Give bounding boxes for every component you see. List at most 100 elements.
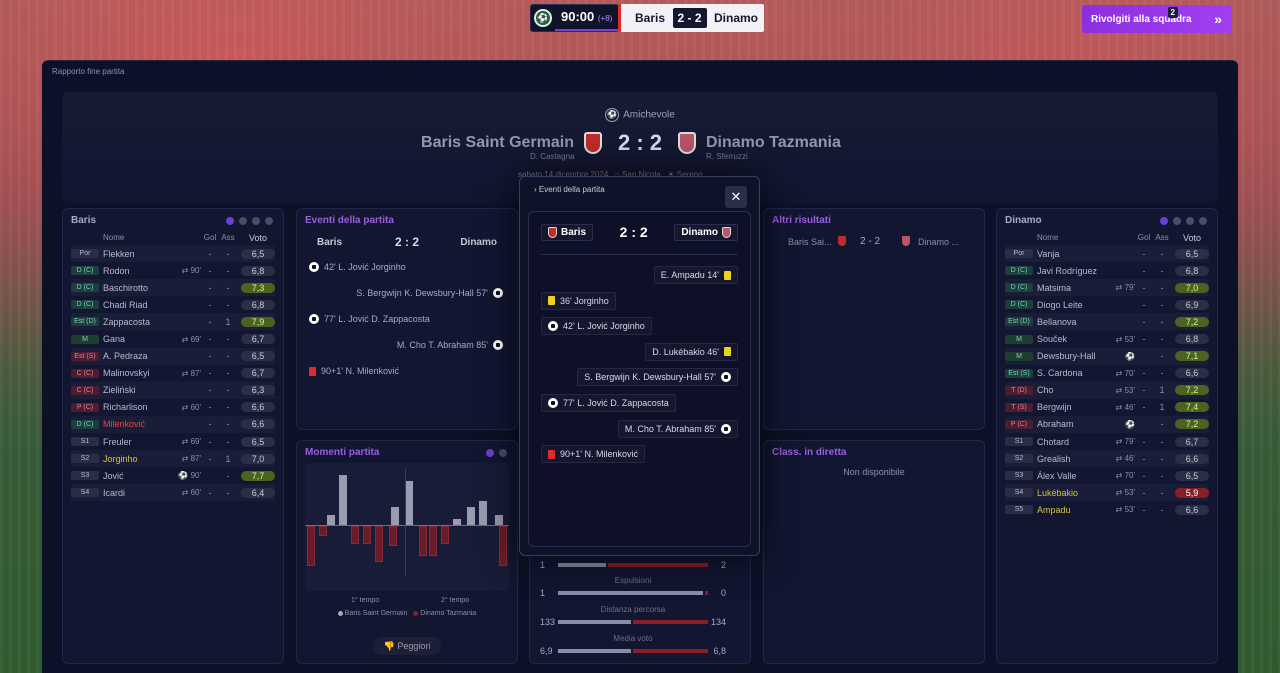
position-badge: S5 [1005,505,1033,515]
first-half-label: 1° tempo [351,597,380,604]
goals: - [1142,453,1146,464]
goals: - [208,316,212,327]
player-name: Dewsbury-Hall [1037,351,1096,362]
rating: 6,5 [241,351,275,362]
player-row[interactable]: S3 Álex Valle ⇄ 70' - -6,5 [1005,467,1209,484]
event-item: 42' L. Jović Jorginho [309,262,406,272]
player-row[interactable]: M Souček ⇄ 53' - -6,8 [1005,330,1209,347]
player-row[interactable]: Est (S) A. Pedraza - -6,5 [71,348,275,365]
player-row[interactable]: D (C) Milenković - -6,6 [71,416,275,433]
events-score: 2 : 2 [394,235,419,249]
away-ratings-panel: Dinamo Nome Gol Ass Voto Por Vanja - -6,5 D (C)… [996,208,1218,664]
rating: 6,6 [241,419,275,430]
page-dots[interactable] [226,217,273,225]
player-row[interactable]: S4 Icardi ⇄ 60' - -6,4 [71,484,275,501]
assists: - [226,385,230,396]
empty-state: Non disponibile [843,467,905,477]
position-badge: T (D) [1005,385,1033,395]
modal-score-value: 2 : 2 [619,224,648,240]
rating: 6,8 [241,265,275,276]
assists: - [1160,334,1164,345]
player-name: S. Cardona [1037,368,1083,379]
player-row[interactable]: D (C) Chadi Riad - -6,8 [71,296,275,313]
momentum-bar [441,526,449,544]
player-row[interactable]: Por Vanja - -6,5 [1005,245,1209,262]
page-dots[interactable] [1160,217,1207,225]
player-row[interactable]: C (C) Malinovskyi ⇄ 87' - -6,7 [71,365,275,382]
rating: 6,7 [241,368,275,379]
rating: 6,5 [1175,470,1209,481]
player-row[interactable]: Est (S) S. Cardona ⇄ 70' - -6,6 [1005,365,1209,382]
rating: 6,5 [241,248,275,259]
player-row[interactable]: S1 Freuler ⇄ 69' - -6,5 [71,433,275,450]
player-name: Souček [1037,334,1068,345]
events-home: Baris [317,237,343,248]
player-row[interactable]: Por Flekken - -6,5 [71,245,275,262]
position-badge: T (S) [1005,402,1033,412]
player-row[interactable]: C (C) Zieliński - -6,3 [71,382,275,399]
assists: 1 [1159,385,1165,396]
rating: 7,2 [1175,316,1209,327]
second-half-label: 2° tempo [441,597,470,604]
goals: - [208,282,212,293]
player-row[interactable]: Est (D) Bellanova - -7,2 [1005,313,1209,330]
player-row[interactable]: S2 Grealish ⇄ 46' - -6,6 [1005,450,1209,467]
rating: 7,7 [241,470,275,481]
player-name: Lukébakio [1037,487,1079,498]
player-row[interactable]: P (C) Abraham ⚽ -7,2 [1005,416,1209,433]
assists: - [226,419,230,430]
away-crest-icon [721,226,731,238]
momentum-bar [405,481,413,525]
player-row[interactable]: S3 Jović ⚽ 90' -7,7 [71,467,275,484]
goals: - [1142,265,1146,276]
assists: - [1160,351,1164,362]
position-badge: M [71,334,99,344]
stat-row: Distanza percorsa 133 134 [540,605,726,627]
sub-marker: ⇄ 87' [181,368,201,378]
player-row[interactable]: D (C) Matsima ⇄ 79' - -7,0 [1005,279,1209,296]
goals: - [1142,299,1146,310]
player-row[interactable]: P (C) Richarlison ⇄ 60' - -6,6 [71,399,275,416]
rating: 6,8 [1175,265,1209,276]
assists: 1 [1159,402,1165,413]
position-badge: D (C) [1005,266,1033,276]
player-row[interactable]: D (C) Diogo Leite - -6,9 [1005,296,1209,313]
close-icon[interactable]: ✕ [725,186,747,208]
page-dots[interactable] [486,449,507,457]
sub-marker: ⇄ 79' [1115,283,1135,293]
away-crest-icon [902,236,910,246]
position-badge: S3 [71,471,99,481]
momentum-bar [319,526,327,536]
player-row[interactable]: S5 Ampadu ⇄ 53' - -6,6 [1005,501,1209,518]
sub-marker: ⇄ 46' [1115,454,1135,464]
player-row[interactable]: Est (D) Zappacosta - 1 7,9 [71,313,275,330]
team-talk-button[interactable]: Rivolgiti alla squadra 2 » [1082,5,1232,33]
player-row[interactable]: M Gana ⇄ 69' - -6,7 [71,330,275,347]
player-row[interactable]: D (C) Javi Rodríguez - -6,8 [1005,262,1209,279]
momentum-bar [339,475,347,525]
modal-event: M. Cho T. Abraham 85' [617,419,738,438]
player-row[interactable]: D (C) Baschirotto - -7,3 [71,279,275,296]
player-row[interactable]: T (D) Cho ⇄ 53' - 1 7,2 [1005,382,1209,399]
match-clock: ⚽ 90:00 (+8) [530,4,620,32]
player-row[interactable]: S1 Chotard ⇄ 79' - -6,7 [1005,433,1209,450]
rating: 6,8 [1175,334,1209,345]
player-name: Diogo Leite [1037,299,1083,310]
modal-title: › Eventi della partita [534,185,605,194]
sub-marker: ⇄ 79' [1115,437,1135,447]
player-row[interactable]: D (C) Rodon ⇄ 90' - -6,8 [71,262,275,279]
player-row[interactable]: T (S) Bergwijn ⇄ 46' - 1 7,4 [1005,399,1209,416]
position-badge: P (C) [71,402,99,412]
player-name: Jović [103,470,124,481]
rating: 6,4 [241,487,275,498]
player-row[interactable]: S4 Lukébakio ⇄ 53' - -5,9 [1005,484,1209,501]
momentum-bar [351,526,359,544]
player-row[interactable]: S2 Jorginho ⇄ 87' - 1 7,0 [71,450,275,467]
home-crest-icon [548,226,557,238]
assists: - [226,334,230,345]
breadcrumb: Rapporto fine partita [52,67,125,76]
player-row[interactable]: M Dewsbury-Hall ⚽ -7,1 [1005,348,1209,365]
assists: - [226,265,230,276]
player-name: Baschirotto [103,282,149,293]
peggiori-button[interactable]: 👎 Peggiori [373,637,441,655]
